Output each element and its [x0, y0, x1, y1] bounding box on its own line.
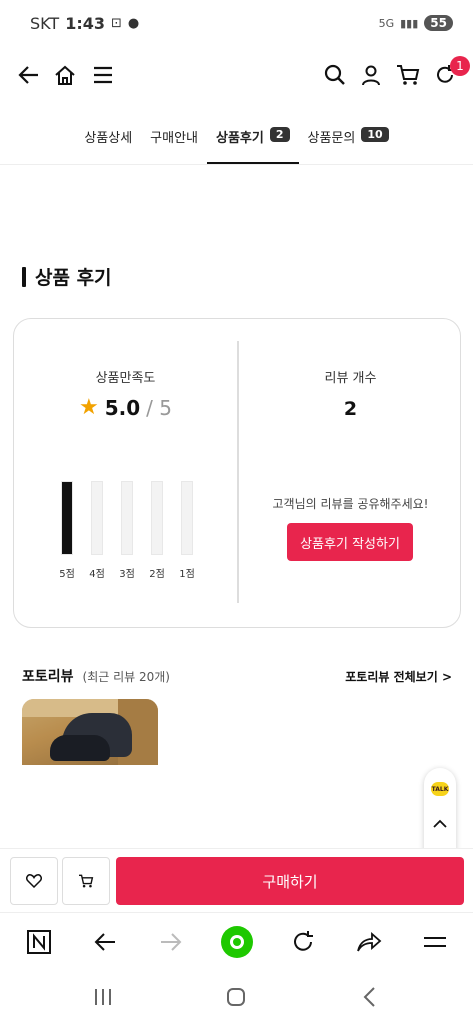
- satisfaction-score: ★ 5.0 / 5: [14, 395, 237, 420]
- carrier-label: SKT: [30, 13, 60, 33]
- system-back-icon[interactable]: [356, 984, 382, 1010]
- clock: 1:43: [65, 13, 105, 33]
- share-prompt: 고객님의 리뷰를 공유해주세요!: [272, 497, 429, 511]
- tab-label: 상품후기: [216, 131, 264, 146]
- rating-distribution: 5점 4점 3점 2점 1점: [52, 481, 202, 581]
- top-nav: 1: [0, 52, 473, 102]
- photo-review-subtitle: (최근 리뷰 20개): [82, 670, 170, 684]
- naver-home-icon[interactable]: [22, 925, 56, 959]
- system-navigation: [0, 970, 473, 1024]
- tab-count-badge: 10: [361, 127, 389, 142]
- tab-count-badge: 2: [269, 127, 290, 142]
- rating-bar: 1점: [172, 481, 202, 581]
- purchase-bar: 구매하기: [0, 848, 473, 912]
- naver-green-dot-icon[interactable]: [220, 925, 254, 959]
- search-icon[interactable]: [320, 60, 350, 90]
- browser-menu-icon[interactable]: [418, 925, 452, 959]
- refresh-icon[interactable]: [286, 925, 320, 959]
- rating-bar: 2점: [142, 481, 172, 581]
- photo-review-title: 포토리뷰: [22, 669, 74, 685]
- rating-bar-track: [151, 481, 163, 555]
- battery-indicator: 55: [424, 15, 453, 31]
- tab-label: 상품상세: [84, 131, 133, 146]
- rating-bar-track: [121, 481, 133, 555]
- shoe-image: [50, 735, 110, 761]
- review-summary-card: 상품만족도 ★ 5.0 / 5 5점 4점 3점 2점 1점 리뷰 개수 2 고객님의 …: [13, 318, 461, 628]
- rating-bar-label: 2점: [149, 569, 165, 580]
- write-review-button[interactable]: 상품후기 작성하기: [287, 523, 413, 561]
- tab-label: 구매안내: [150, 131, 199, 146]
- heart-icon: [26, 874, 42, 888]
- star-icon: ★: [79, 395, 99, 420]
- share-icon[interactable]: [352, 925, 386, 959]
- review-section-title: 상품 후기: [22, 263, 112, 290]
- rating-bar-track: [61, 481, 73, 555]
- recent-icon[interactable]: 1: [430, 56, 470, 90]
- rating-bar: 4점: [82, 481, 112, 581]
- review-count-label: 리뷰 개수: [324, 371, 377, 386]
- buy-now-button[interactable]: 구매하기: [116, 857, 464, 905]
- photo-review-header: 포토리뷰 (최근 리뷰 20개) 포토리뷰 전체보기 >: [22, 666, 452, 686]
- rating-bar-label: 3점: [119, 569, 135, 580]
- rating-bar: 3점: [112, 481, 142, 581]
- status-bar: SKT 1:43 ⊡ ● 5G ▮▮▮ 55: [0, 0, 473, 46]
- title-bar: [22, 266, 26, 287]
- rating-bar-label: 5점: [59, 569, 75, 580]
- rating-bar-label: 1점: [179, 569, 195, 580]
- score-value: 5.0: [104, 395, 141, 420]
- signal-icon: ▮▮▮: [400, 16, 419, 30]
- browser-toolbar: [0, 912, 473, 970]
- review-count-value: 2: [343, 398, 358, 420]
- rating-bar-track: [91, 481, 103, 555]
- rating-bar-label: 4점: [89, 569, 105, 580]
- rating-bar: 5점: [52, 481, 82, 581]
- browser-forward-icon[interactable]: [154, 925, 188, 959]
- browser-back-icon[interactable]: [88, 925, 122, 959]
- tab-product-inquiry[interactable]: 상품문의 10: [299, 117, 398, 164]
- chat-icon: ●: [127, 15, 140, 31]
- tab-label: 상품문의: [307, 131, 356, 146]
- score-max: / 5: [146, 395, 172, 420]
- rating-bar-track: [181, 481, 193, 555]
- product-tabs: 상품상세 구매안내 상품후기 2 상품문의 10: [0, 117, 473, 165]
- wishlist-button[interactable]: [10, 857, 58, 905]
- user-icon[interactable]: [356, 60, 386, 90]
- photo-review-thumbnail[interactable]: [22, 699, 158, 765]
- cart-icon[interactable]: [393, 60, 423, 90]
- satisfaction-label: 상품만족도: [95, 371, 156, 386]
- home-button-icon[interactable]: [223, 984, 249, 1010]
- tab-purchase-guide[interactable]: 구매안내: [141, 117, 207, 164]
- tab-product-review[interactable]: 상품후기 2: [207, 117, 299, 164]
- screenshot-icon: ⊡: [110, 15, 122, 31]
- recent-badge: 1: [450, 56, 470, 76]
- network-label: 5G: [378, 16, 395, 30]
- scroll-up-icon[interactable]: [430, 814, 450, 834]
- home-icon[interactable]: [50, 60, 80, 90]
- review-title-text: 상품 후기: [35, 267, 112, 289]
- recent-apps-icon[interactable]: [90, 984, 116, 1010]
- add-to-cart-button[interactable]: [62, 857, 110, 905]
- tab-product-detail[interactable]: 상품상세: [75, 117, 141, 164]
- rating-bar-fill: [62, 482, 72, 554]
- view-all-photo-reviews-link[interactable]: 포토리뷰 전체보기 >: [345, 668, 452, 685]
- menu-icon[interactable]: [88, 60, 118, 90]
- kakao-talk-icon[interactable]: TALK: [431, 782, 449, 796]
- back-icon[interactable]: [14, 60, 44, 90]
- cart-icon: [79, 874, 94, 888]
